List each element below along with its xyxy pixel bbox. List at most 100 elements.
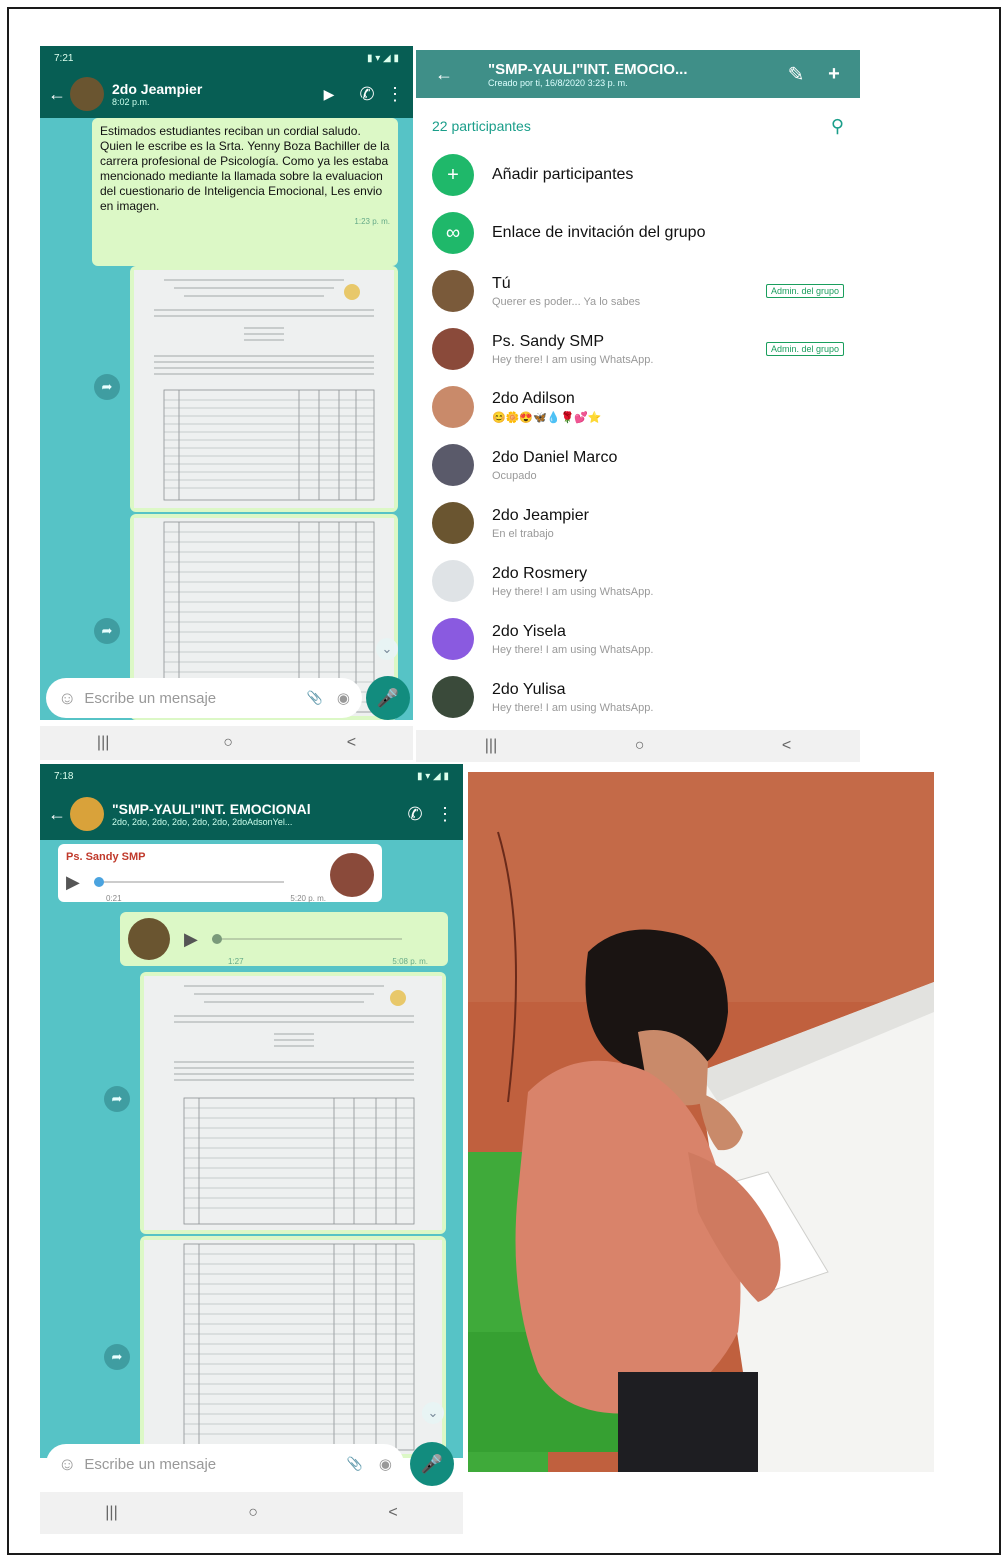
participant-info: 2do Yulisa Hey there! I am using WhatsApp…	[492, 681, 844, 714]
message-input[interactable]: ☺ Escribe un mensaje 📎 ◉	[46, 1444, 404, 1484]
voice-progress-dot	[94, 877, 104, 887]
message-input-placeholder: Escribe un mensaje	[84, 689, 217, 707]
scroll-down-icon[interactable]: ⌄	[376, 638, 398, 660]
participant-avatar[interactable]	[432, 676, 474, 718]
group-chat-info[interactable]: "SMP-YAULI"INT. EMOCIONAl 2do, 2do, 2do,…	[112, 801, 395, 827]
image-message-2[interactable]	[140, 1236, 446, 1458]
chat-header: ← 2do Jeampier 8:02 p.m. ▶ ✆ ⋮	[40, 70, 413, 118]
more-options-icon[interactable]: ⋮	[385, 84, 405, 105]
attach-icon[interactable]: 📎	[307, 690, 323, 706]
group-title-block: "SMP-YAULI"INT. EMOCIO... Creado por ti,…	[488, 61, 776, 88]
group-chat-name: "SMP-YAULI"INT. EMOCIONAl	[112, 801, 311, 817]
mic-button[interactable]: 🎤	[366, 676, 410, 720]
participant-status: Hey there! I am using WhatsApp.	[492, 643, 654, 656]
nav-home-icon[interactable]: ○	[223, 734, 233, 752]
participant-row[interactable]: Tú Querer es poder... Ya lo sabes Admin. d…	[416, 262, 860, 320]
nav-recent-apps-icon[interactable]: |||	[105, 1504, 117, 1522]
contact-last-seen: 8:02 p.m.	[112, 97, 150, 107]
participant-row[interactable]: 2do Daniel Marco Ocupado	[416, 436, 860, 494]
video-call-icon[interactable]: ▶	[309, 86, 349, 103]
play-icon[interactable]: ▶	[66, 873, 88, 891]
add-call-icon[interactable]: ✆	[395, 804, 435, 825]
voice-progress-track[interactable]	[212, 934, 402, 944]
questionnaire-image-1	[144, 976, 442, 1230]
participants-count: 22 participantes	[432, 118, 531, 134]
status-time: 7:18	[54, 770, 74, 782]
add-person-icon[interactable]: +	[816, 63, 852, 86]
nav-back-icon[interactable]: <	[388, 1504, 397, 1522]
forward-icon[interactable]: ➦	[94, 374, 120, 400]
participant-row[interactable]: 2do Yisela Hey there! I am using WhatsApp…	[416, 610, 860, 668]
emoji-icon[interactable]: ☺	[58, 688, 76, 709]
status-time: 7:21	[54, 52, 74, 64]
nav-home-icon[interactable]: ○	[635, 737, 645, 755]
image-message-1[interactable]	[130, 266, 398, 512]
text-message-bubble[interactable]: Estimados estudiantes reciban un cordial…	[92, 118, 398, 266]
scroll-down-icon[interactable]: ⌄	[422, 1402, 444, 1424]
group-created: Creado por ti, 16/8/2020 3:23 p. m.	[488, 77, 628, 88]
participant-avatar[interactable]	[432, 444, 474, 486]
nav-recent-apps-icon[interactable]: |||	[97, 734, 109, 752]
participant-status: En el trabajo	[492, 527, 554, 540]
chat-screenshot-1: 7:21 ▮ ▾ ◢ ▮ ← 2do Jeampier 8:02 p.m. ▶ …	[40, 46, 413, 760]
camera-icon[interactable]: ◉	[337, 689, 350, 707]
nav-back-icon[interactable]: <	[347, 734, 356, 752]
voice-message-received[interactable]: Ps. Sandy SMP ▶ 0:21 5:20 p. m.	[58, 844, 382, 903]
edit-icon[interactable]: ✎	[776, 62, 816, 87]
group-avatar[interactable]	[70, 797, 104, 831]
participant-status: Hey there! I am using WhatsApp.	[492, 701, 654, 714]
nav-back-icon[interactable]: <	[782, 737, 791, 755]
group-info-header: ← "SMP-YAULI"INT. EMOCIO... Creado por t…	[416, 50, 860, 98]
sender-avatar	[330, 853, 374, 897]
search-icon[interactable]: ⚲	[831, 116, 844, 137]
nav-home-icon[interactable]: ○	[248, 1504, 258, 1522]
play-icon[interactable]: ▶	[184, 930, 206, 948]
participant-avatar[interactable]	[432, 270, 474, 312]
attach-icon[interactable]: 📎	[347, 1456, 363, 1472]
participant-name: Ps. Sandy SMP	[492, 332, 605, 350]
participant-name: 2do Jeampier	[492, 506, 589, 524]
voice-sender-name: Ps. Sandy SMP	[66, 851, 146, 863]
emoji-icon[interactable]: ☺	[58, 1454, 76, 1475]
more-options-icon[interactable]: ⋮	[435, 804, 455, 825]
forward-icon[interactable]: ➦	[104, 1086, 130, 1112]
participant-avatar[interactable]	[432, 618, 474, 660]
image-message-1[interactable]	[140, 972, 446, 1234]
status-icons: ▮ ▾ ◢ ▮	[366, 52, 399, 64]
participant-status: Querer es poder... Ya lo sabes	[492, 295, 641, 308]
back-arrow-icon[interactable]: ←	[424, 64, 464, 85]
participant-row[interactable]: 2do Yulisa Hey there! I am using WhatsApp…	[416, 668, 860, 726]
admin-badge: Admin. del grupo	[765, 342, 844, 356]
chat-area: Ps. Sandy SMP ▶ 0:21 5:20 p. m. ▶ 1:27 5…	[40, 840, 463, 1458]
voice-call-icon[interactable]: ✆	[349, 84, 385, 105]
add-participant-icon: +	[432, 154, 474, 196]
back-arrow-icon[interactable]: ←	[48, 84, 66, 105]
forward-icon[interactable]: ➦	[94, 618, 120, 644]
participant-name: 2do Daniel Marco	[492, 448, 618, 466]
participant-avatar[interactable]	[432, 560, 474, 602]
participant-row[interactable]: 2do Adilson 😊🌼😍🦋💧🌹💕⭐	[416, 378, 860, 436]
sender-avatar	[128, 918, 170, 960]
nav-recent-apps-icon[interactable]: |||	[485, 737, 497, 755]
contact-avatar[interactable]	[70, 77, 104, 111]
back-arrow-icon[interactable]: ←	[48, 804, 66, 825]
participant-row[interactable]: Ps. Sandy SMP Hey there! I am using Whats…	[416, 320, 860, 378]
voice-duration: 1:27	[228, 957, 244, 966]
camera-icon[interactable]: ◉	[379, 1455, 392, 1473]
participant-avatar[interactable]	[432, 386, 474, 428]
participant-avatar[interactable]	[432, 328, 474, 370]
participant-row[interactable]: 2do Jeampier En el trabajo	[416, 494, 860, 552]
voice-progress-track[interactable]	[94, 877, 284, 887]
participant-avatar[interactable]	[432, 502, 474, 544]
student-photo	[468, 772, 934, 1472]
add-participants-row[interactable]: + Añadir participantes	[416, 146, 860, 204]
mic-button[interactable]: 🎤	[410, 1442, 454, 1486]
message-input[interactable]: ☺ Escribe un mensaje 📎 ◉	[46, 678, 362, 718]
status-bar: 7:18 ▮ ▾ ◢ ▮	[40, 764, 463, 788]
voice-message-sent[interactable]: ▶ 1:27 5:08 p. m.	[120, 912, 448, 966]
forward-icon[interactable]: ➦	[104, 1344, 130, 1370]
participant-row[interactable]: 2do Rosmery Hey there! I am using WhatsAp…	[416, 552, 860, 610]
invite-link-row[interactable]: ∞ Enlace de invitación del grupo	[416, 204, 860, 262]
contact-info[interactable]: 2do Jeampier 8:02 p.m.	[112, 81, 309, 107]
participant-name: 2do Adilson	[492, 390, 575, 407]
